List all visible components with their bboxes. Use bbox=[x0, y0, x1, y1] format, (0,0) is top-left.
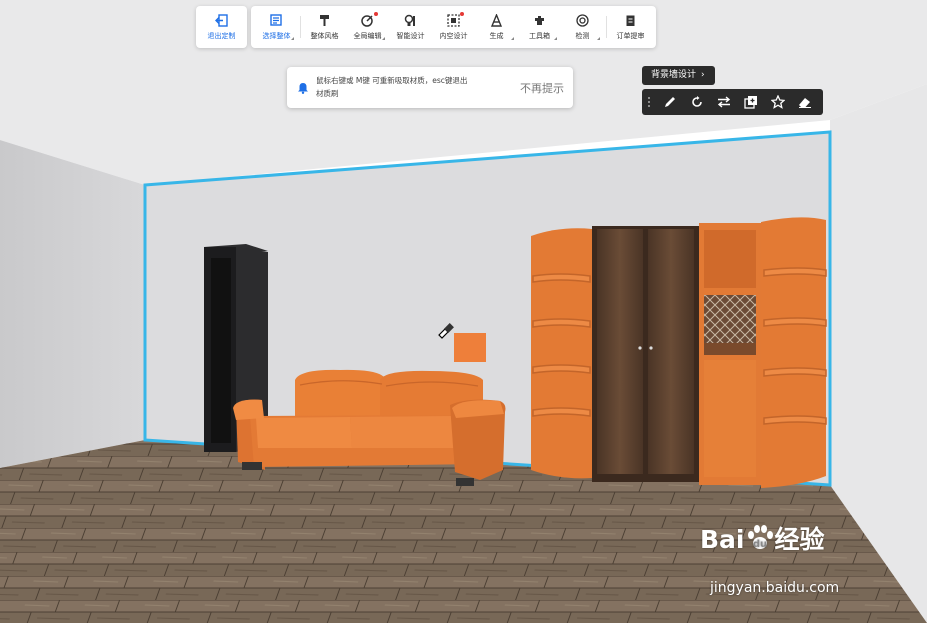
hint-message: 鼠标右键或 M键 可重新吸取材质，esc键退出 材质刷 bbox=[316, 74, 496, 100]
global-edit-icon bbox=[361, 14, 374, 27]
overall-style-button[interactable]: 整体风格 bbox=[303, 6, 346, 48]
material-brush-hint: 鼠标右键或 M键 可重新吸取材质，esc键退出 材质刷 不再提示 bbox=[287, 67, 573, 108]
toolbox-button[interactable]: 工具箱 bbox=[518, 6, 561, 48]
drag-handle-icon[interactable] bbox=[642, 96, 656, 108]
baidu-paw-icon: du bbox=[747, 525, 773, 550]
exit-icon bbox=[215, 13, 228, 27]
background-wall-design-button[interactable]: 背景墙设计 › bbox=[642, 66, 715, 85]
watermark-url: jingyan.baidu.com bbox=[710, 580, 840, 596]
interior-design-button[interactable]: 内空设计 bbox=[432, 6, 475, 48]
exit-custom-button[interactable]: 退出定制 bbox=[200, 6, 243, 48]
background-wall-design-label: 背景墙设计 bbox=[651, 70, 697, 80]
style-brush-icon bbox=[318, 14, 331, 27]
global-edit-label: 全局编辑 bbox=[353, 31, 382, 40]
orange-wardrobe-unit[interactable] bbox=[531, 217, 827, 488]
rotate-icon bbox=[691, 96, 702, 107]
generate-button[interactable]: 生成 bbox=[475, 6, 518, 48]
top-toolbar: 退出定制 选择整体 整体风格 全局编辑 智能设计 内空设计 生成 工具箱 检测 … bbox=[196, 6, 656, 48]
svg-text:du: du bbox=[752, 539, 766, 550]
copy-button[interactable] bbox=[737, 89, 764, 115]
select-whole-button[interactable]: 选择整体 bbox=[255, 6, 298, 48]
smart-design-icon bbox=[404, 14, 417, 27]
submenu-corner-icon bbox=[382, 37, 385, 40]
toolbar-group-main: 选择整体 整体风格 全局编辑 智能设计 内空设计 生成 工具箱 检测 订单提审 bbox=[251, 6, 656, 48]
watermark-logo-left: Bai bbox=[700, 525, 745, 554]
copy-icon bbox=[743, 96, 757, 109]
favorite-button[interactable] bbox=[764, 89, 791, 115]
edit-button[interactable] bbox=[656, 89, 683, 115]
swap-button[interactable] bbox=[710, 89, 737, 115]
order-submit-label: 订单提审 bbox=[616, 31, 645, 40]
overall-style-label: 整体风格 bbox=[310, 31, 339, 40]
dont-show-again-button[interactable]: 不再提示 bbox=[520, 80, 564, 96]
toolbar-divider bbox=[606, 16, 607, 38]
clear-button[interactable] bbox=[791, 89, 818, 115]
object-mini-toolbar bbox=[642, 89, 823, 115]
select-whole-label: 选择整体 bbox=[262, 31, 291, 40]
order-submit-button[interactable]: 订单提审 bbox=[609, 6, 652, 48]
interior-design-label: 内空设计 bbox=[439, 31, 468, 40]
chevron-right-icon: › bbox=[701, 70, 705, 80]
toolbar-group-exit: 退出定制 bbox=[196, 6, 247, 48]
global-edit-button[interactable]: 全局编辑 bbox=[346, 6, 389, 48]
swap-icon bbox=[717, 96, 730, 108]
order-submit-icon bbox=[624, 14, 637, 27]
submenu-corner-icon bbox=[511, 37, 514, 40]
smart-design-button[interactable]: 智能设计 bbox=[389, 6, 432, 48]
submenu-corner-icon bbox=[597, 37, 600, 40]
bell-icon bbox=[298, 83, 308, 94]
baidu-jingyan-watermark: Bai du 经验 jingyan.baidu.com bbox=[700, 520, 910, 600]
inspect-label: 检测 bbox=[575, 31, 590, 40]
select-whole-icon bbox=[270, 13, 283, 27]
watermark-logo-right: 经验 bbox=[774, 525, 825, 554]
notification-dot bbox=[374, 12, 378, 16]
picked-material-swatch bbox=[454, 333, 486, 362]
rotate-button[interactable] bbox=[683, 89, 710, 115]
smart-design-label: 智能设计 bbox=[396, 31, 425, 40]
exit-custom-label: 退出定制 bbox=[207, 31, 236, 40]
left-wall bbox=[0, 140, 145, 468]
generate-label: 生成 bbox=[489, 31, 504, 40]
material-brush-cursor-icon bbox=[438, 323, 454, 339]
submenu-corner-icon bbox=[554, 37, 557, 40]
inspect-icon bbox=[576, 13, 589, 27]
submenu-corner-icon bbox=[291, 37, 294, 40]
toolbar-divider bbox=[300, 16, 301, 38]
notification-dot bbox=[460, 12, 464, 16]
star-icon bbox=[770, 95, 785, 109]
toolbox-label: 工具箱 bbox=[529, 31, 550, 40]
toolbox-icon bbox=[533, 14, 546, 27]
watermark-logo: Bai du 经验 bbox=[700, 520, 825, 556]
generate-icon bbox=[490, 13, 503, 27]
interior-design-icon bbox=[447, 13, 460, 27]
eraser-icon bbox=[798, 98, 811, 108]
hint-line-1: 鼠标右键或 M键 可重新吸取材质，esc键退出 bbox=[316, 76, 468, 85]
pencil-icon bbox=[664, 97, 675, 107]
inspect-button[interactable]: 检测 bbox=[561, 6, 604, 48]
hint-line-2: 材质刷 bbox=[316, 89, 339, 98]
